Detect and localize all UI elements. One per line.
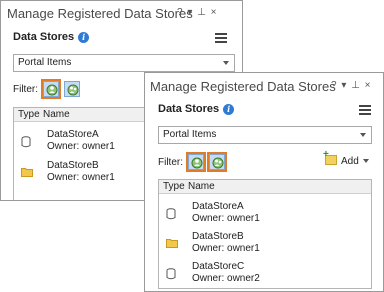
item-owner: Owner: owner1 <box>47 141 115 152</box>
dropdown-value: Portal Items <box>163 129 217 140</box>
database-icon <box>21 136 31 148</box>
user-globe-icon <box>46 84 58 96</box>
add-data-icon <box>323 149 337 165</box>
list-item[interactable]: DataStoreB Owner: owner1 <box>159 229 371 259</box>
user-globe-icon <box>191 157 203 169</box>
pane-title: Manage Registered Data Stores <box>150 79 336 94</box>
section-title-text: Data Stores <box>158 103 220 115</box>
item-name: DataStoreA <box>192 201 244 212</box>
filter-label: Filter: <box>158 157 183 168</box>
column-type[interactable]: Type <box>163 181 185 192</box>
folder-icon <box>166 239 178 248</box>
manage-data-stores-pane-front: Manage Registered Data Stores ? ▾ ⊥ × Da… <box>144 72 384 292</box>
shared-globe-icon <box>212 157 224 169</box>
filter-my-content-button[interactable] <box>186 152 206 172</box>
item-name: DataStoreB <box>47 160 99 171</box>
folder-icon <box>21 168 33 177</box>
shared-globe-icon <box>67 84 79 96</box>
chevron-down-icon <box>360 133 366 137</box>
section-title: Data Stores i <box>158 103 235 115</box>
item-owner: Owner: owner1 <box>192 243 260 254</box>
item-name: DataStoreB <box>192 231 244 242</box>
column-type[interactable]: Type <box>18 109 40 120</box>
filter-label: Filter: <box>13 84 38 95</box>
item-name: DataStoreA <box>47 129 99 140</box>
section-title-text: Data Stores <box>13 31 75 43</box>
list-item[interactable]: DataStoreA Owner: owner1 <box>159 199 371 229</box>
menu-icon[interactable] <box>359 105 371 115</box>
chevron-down-icon <box>223 61 229 65</box>
item-owner: Owner: owner2 <box>192 273 260 284</box>
list-header: Type Name <box>159 180 371 194</box>
filter-my-content-button[interactable] <box>41 79 61 99</box>
menu-icon[interactable] <box>215 33 227 43</box>
item-name: DataStoreC <box>192 261 245 272</box>
item-owner: Owner: owner1 <box>47 172 115 183</box>
add-label: Add <box>341 156 359 167</box>
add-button[interactable]: Add <box>323 149 369 167</box>
database-icon <box>166 208 176 220</box>
column-name[interactable]: Name <box>188 181 215 192</box>
filter-shared-content-button[interactable] <box>64 81 80 97</box>
pane-title: Manage Registered Data Stores <box>7 6 193 21</box>
window-controls[interactable]: ? ▾ ⊥ × <box>177 7 217 18</box>
info-icon[interactable]: i <box>223 104 235 115</box>
column-name[interactable]: Name <box>43 109 70 120</box>
filter-shared-content-button[interactable] <box>207 152 227 172</box>
item-owner: Owner: owner1 <box>192 213 260 224</box>
data-source-dropdown[interactable]: Portal Items <box>158 126 372 144</box>
database-icon <box>166 268 176 280</box>
list-item[interactable]: DataStoreC Owner: owner2 <box>159 259 371 288</box>
info-icon[interactable]: i <box>78 32 90 43</box>
data-source-dropdown[interactable]: Portal Items <box>13 54 235 72</box>
dropdown-value: Portal Items <box>18 57 72 68</box>
section-title: Data Stores i <box>13 31 90 43</box>
chevron-down-icon <box>362 159 369 163</box>
data-stores-list: Type Name DataStoreA Owner: owner1 DataS… <box>158 179 372 289</box>
window-controls[interactable]: ? ▾ ⊥ × <box>331 80 371 91</box>
